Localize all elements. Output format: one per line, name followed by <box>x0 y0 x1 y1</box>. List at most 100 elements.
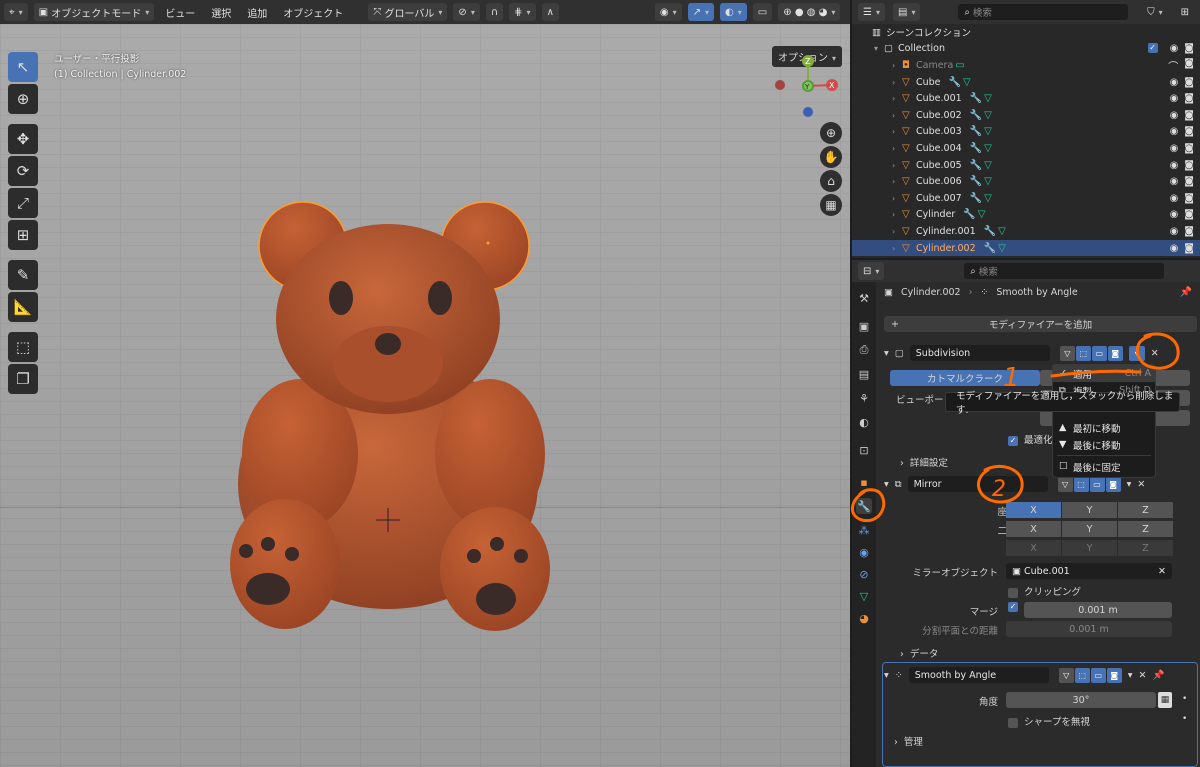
view-layer-tab[interactable]: ▤ <box>856 366 872 382</box>
mesh-data-icon[interactable]: ▽ <box>984 193 992 204</box>
mesh-data-icon[interactable]: ▽ <box>984 143 992 154</box>
eye-icon[interactable]: ◉ <box>1170 209 1179 220</box>
eye-icon[interactable]: ◉ <box>1170 126 1179 137</box>
scene-collection-row[interactable]: ▥ シーンコレクション <box>852 24 1200 41</box>
camera-icon[interactable]: ◙ <box>1184 160 1194 171</box>
teddy-bear-model[interactable] <box>0 24 850 767</box>
manage-section[interactable]: › 管理 <box>894 734 923 748</box>
eye-icon[interactable]: ◉ <box>1170 243 1179 254</box>
outliner-item[interactable]: › ▽ Cube.004 🔧 ▽ ◉ ◙ <box>852 140 1200 157</box>
mesh-data-icon[interactable]: ▽ <box>963 77 971 88</box>
mirror-axis-y[interactable]: Y <box>1062 502 1118 518</box>
mirror-axis-x[interactable]: X <box>1006 502 1062 518</box>
constraints-tab[interactable]: ⊘ <box>856 566 872 582</box>
new-collection-button[interactable]: ⊞ <box>1176 3 1194 21</box>
menu-select[interactable]: 選択 <box>206 3 236 21</box>
modifier-wrench-icon[interactable]: 🔧 <box>970 143 982 154</box>
mesh-data-icon[interactable]: ▽ <box>984 126 992 137</box>
camera-icon[interactable]: ◙ <box>1184 77 1194 88</box>
outliner-search-input[interactable]: ⌕ 検索 <box>958 4 1129 20</box>
snap-toggle[interactable]: ∩ <box>485 3 504 21</box>
eye-icon[interactable]: ◉ <box>1170 176 1179 187</box>
expand-icon[interactable]: › <box>892 111 902 120</box>
expand-icon[interactable]: › <box>892 177 902 186</box>
eye-icon[interactable]: ◉ <box>1170 160 1179 171</box>
eye-icon[interactable]: ◉ <box>1170 110 1179 121</box>
outliner-item[interactable]: › ▽ Cube 🔧 ▽ ◉ ◙ <box>852 74 1200 91</box>
modifier-menu-dropdown[interactable]: ▾ <box>1128 345 1145 361</box>
catmull-clark-button[interactable]: カトマルクラーク <box>890 370 1040 386</box>
outliner-item[interactable]: › ▽ Cube.005 🔧 ▽ ◉ ◙ <box>852 157 1200 174</box>
gizmo-toggle[interactable]: ↗ ▾ <box>687 3 715 21</box>
on-cage-icon[interactable]: ▽ <box>1059 345 1075 361</box>
expand-icon[interactable]: › <box>892 127 902 136</box>
camera-icon[interactable]: ◙ <box>1184 43 1194 54</box>
chevron-down-icon[interactable]: ▾ <box>1127 479 1132 490</box>
move-first-menu-item[interactable]: ▲ 最初に移動 <box>1053 419 1155 436</box>
add-modifier-button[interactable]: + モディファイアーを追加 <box>884 316 1197 332</box>
outliner-item[interactable]: › ▽ Cube.003 🔧 ▽ ◉ ◙ <box>852 124 1200 141</box>
mesh-data-icon[interactable]: ▽ <box>978 209 986 220</box>
expand-icon[interactable]: › <box>892 94 902 103</box>
on-cage-icon[interactable]: ▽ <box>1058 667 1074 683</box>
advanced-section[interactable]: › 詳細設定 <box>900 455 948 469</box>
menu-add[interactable]: 追加 <box>242 3 272 21</box>
outliner-item[interactable]: › ▽ Cube.002 🔧 ▽ ◉ ◙ <box>852 107 1200 124</box>
3d-viewport[interactable]: ユーザー・平行投影 (1) Collection | Cylinder.002 … <box>0 24 850 767</box>
camera-icon[interactable]: ◙ <box>1184 110 1194 121</box>
modifier-tab[interactable]: 🔧 <box>856 498 872 514</box>
render-icon[interactable]: ◙ <box>1105 476 1121 492</box>
eye-icon[interactable]: ◉ <box>1170 226 1179 237</box>
modifier-wrench-icon[interactable]: 🔧 <box>970 176 982 187</box>
properties-editor-type[interactable]: ⊟ ▾ <box>858 262 885 280</box>
filter-button[interactable]: ⛉ ▾ <box>1142 3 1168 21</box>
collapse-icon[interactable]: ▾ <box>884 348 889 359</box>
shading-modes[interactable]: ⊕ ● ◍ ◕ ▾ <box>778 3 841 21</box>
edit-mode-icon[interactable]: ⬚ <box>1074 667 1090 683</box>
expand-icon[interactable]: › <box>892 194 902 203</box>
scene-tab[interactable]: ⚘ <box>856 390 872 406</box>
modifier-wrench-icon[interactable]: 🔧 <box>970 126 982 137</box>
clear-icon[interactable]: ✕ <box>1158 566 1166 577</box>
camera-icon[interactable]: ◙ <box>1184 193 1194 204</box>
realtime-icon[interactable]: ▭ <box>1090 667 1106 683</box>
realtime-icon[interactable]: ▭ <box>1089 476 1105 492</box>
eye-icon[interactable]: ◉ <box>1170 77 1179 88</box>
mesh-data-icon[interactable]: ▽ <box>984 110 992 121</box>
mesh-data-icon[interactable]: ▽ <box>984 176 992 187</box>
tool-tab[interactable]: ⚒ <box>856 290 872 306</box>
eye-icon[interactable]: ◉ <box>1170 93 1179 104</box>
angle-field[interactable]: 30° <box>1006 692 1156 708</box>
eye-icon[interactable]: ⌒ <box>1168 58 1178 73</box>
outliner-item[interactable]: › ▽ Cylinder 🔧 ▽ ◉ ◙ <box>852 207 1200 224</box>
mesh-data-icon[interactable]: ▽ <box>998 243 1006 254</box>
realtime-icon[interactable]: ▭ <box>1091 345 1107 361</box>
snap-target-button[interactable]: ⋕ ▾ <box>509 3 536 21</box>
apply-menu-item[interactable]: ✓ 適用 Ctrl A <box>1053 365 1155 382</box>
pivot-point-button[interactable]: ⊘ ▾ <box>453 3 480 21</box>
outliner-item[interactable]: › ▽ Cylinder.001 🔧 ▽ ◉ ◙ <box>852 223 1200 240</box>
bisect-z[interactable]: Z <box>1118 521 1174 537</box>
eye-icon[interactable]: ◉ <box>1170 143 1179 154</box>
display-mode-button[interactable]: ▤ ▾ <box>892 3 921 21</box>
pin-icon[interactable]: 📌 <box>1180 287 1192 298</box>
transform-orientation-selector[interactable]: ⤧ グローバル ▾ <box>368 3 448 21</box>
render-icon[interactable]: ◙ <box>1107 345 1123 361</box>
close-icon[interactable]: ✕ <box>1139 670 1147 681</box>
expand-icon[interactable]: › <box>892 78 902 87</box>
subdivision-name-field[interactable]: Subdivision <box>909 345 1050 361</box>
render-icon[interactable]: ◙ <box>1106 667 1122 683</box>
data-tab[interactable]: ▽ <box>856 588 872 604</box>
render-tab[interactable]: ▣ <box>856 318 872 334</box>
camera-icon[interactable]: ◙ <box>1184 243 1194 254</box>
output-tab[interactable]: ⎙ <box>856 342 872 358</box>
camera-icon[interactable]: ◙ <box>1184 143 1194 154</box>
camera-icon[interactable]: ◙ <box>1184 93 1194 104</box>
modifier-wrench-icon[interactable]: 🔧 <box>963 209 975 220</box>
pin-last-menu-item[interactable]: ☐ 最後に固定 <box>1053 458 1155 475</box>
camera-icon[interactable]: ◙ <box>1184 226 1194 237</box>
merge-checkbox[interactable]: ✓ <box>1008 602 1024 613</box>
dot-icon[interactable]: • <box>1182 714 1187 724</box>
collapse-icon[interactable]: ▾ <box>884 670 889 681</box>
world-tab[interactable]: ◐ <box>856 414 872 430</box>
